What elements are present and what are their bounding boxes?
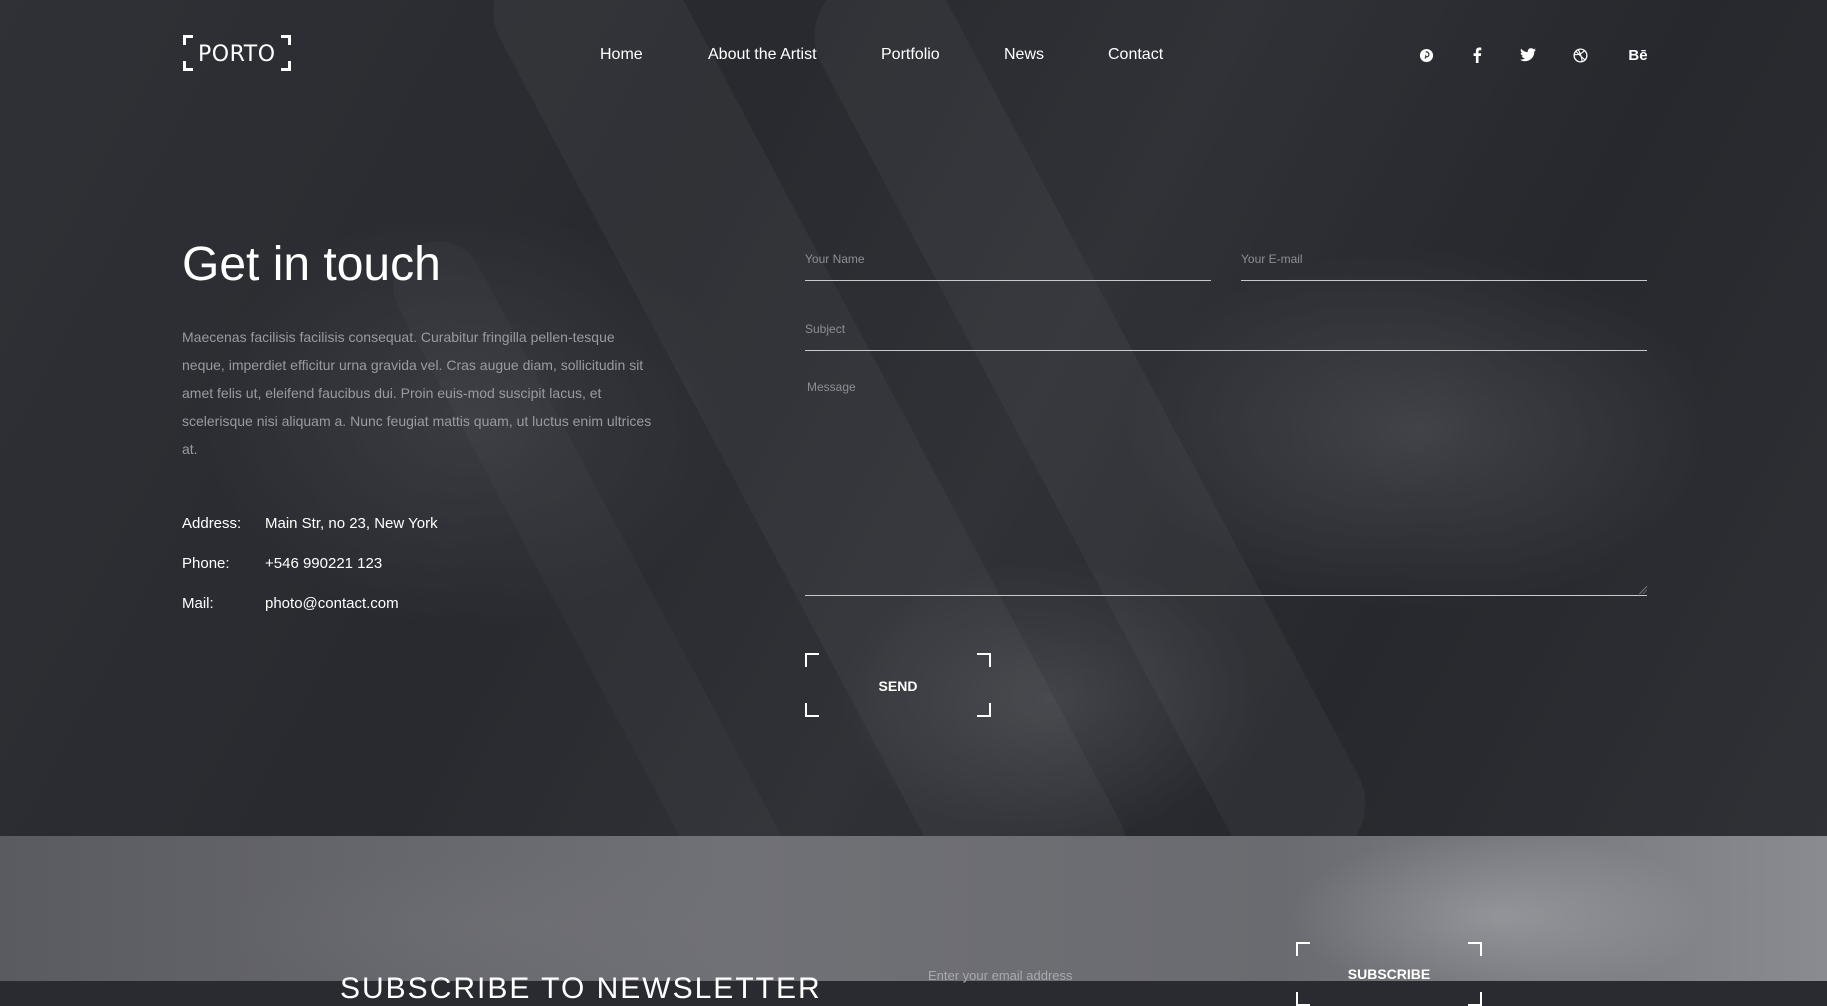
name-field-wrapper xyxy=(805,238,1211,281)
mail-label: Mail: xyxy=(182,595,214,612)
phone-label: Phone: xyxy=(182,555,230,572)
send-button-label: SEND xyxy=(878,678,918,694)
send-button[interactable]: SEND xyxy=(805,653,991,717)
intro-text: Maecenas facilisis facilisis consequat. … xyxy=(182,329,652,457)
subject-field-wrapper xyxy=(805,308,1647,351)
message-input[interactable] xyxy=(805,378,1647,595)
behance-icon[interactable]: Bē xyxy=(1626,45,1650,65)
mail-value: photo@contact.com xyxy=(265,595,399,612)
pinterest-icon[interactable] xyxy=(1416,45,1436,65)
facebook-icon[interactable] xyxy=(1467,45,1487,65)
subscribe-button[interactable]: SUBSCRIBE xyxy=(1296,942,1482,1006)
twitter-icon[interactable] xyxy=(1518,45,1538,65)
phone-value: +546 990221 123 xyxy=(265,555,383,572)
resize-handle[interactable] xyxy=(1639,586,1647,594)
address-label: Address: xyxy=(182,515,242,532)
email-field-wrapper xyxy=(1241,238,1647,281)
newsletter-title: SUBSCRIBE TO NEWSLETTER xyxy=(340,972,822,1005)
logo-text: PORTO xyxy=(198,42,276,67)
nav-home[interactable]: Home xyxy=(600,46,643,64)
nav-about-the-artist[interactable]: About the Artist xyxy=(708,46,817,64)
email-input[interactable] xyxy=(1241,238,1647,280)
newsletter-email-input[interactable] xyxy=(928,965,1228,985)
nav-portfolio[interactable]: Portfolio xyxy=(881,46,940,64)
message-field-wrapper xyxy=(805,378,1647,596)
nav-news[interactable]: News xyxy=(1004,46,1044,64)
newsletter-background xyxy=(0,836,1827,981)
subject-input[interactable] xyxy=(805,308,1647,350)
subscribe-button-label: SUBSCRIBE xyxy=(1347,966,1431,982)
page-title: Get in touch xyxy=(182,238,441,291)
address-value: Main Str, no 23, New York xyxy=(265,515,438,532)
dribbble-icon[interactable] xyxy=(1570,45,1590,65)
logo[interactable]: PORTO xyxy=(183,35,291,71)
name-input[interactable] xyxy=(805,238,1211,280)
nav-contact[interactable]: Contact xyxy=(1108,46,1163,64)
